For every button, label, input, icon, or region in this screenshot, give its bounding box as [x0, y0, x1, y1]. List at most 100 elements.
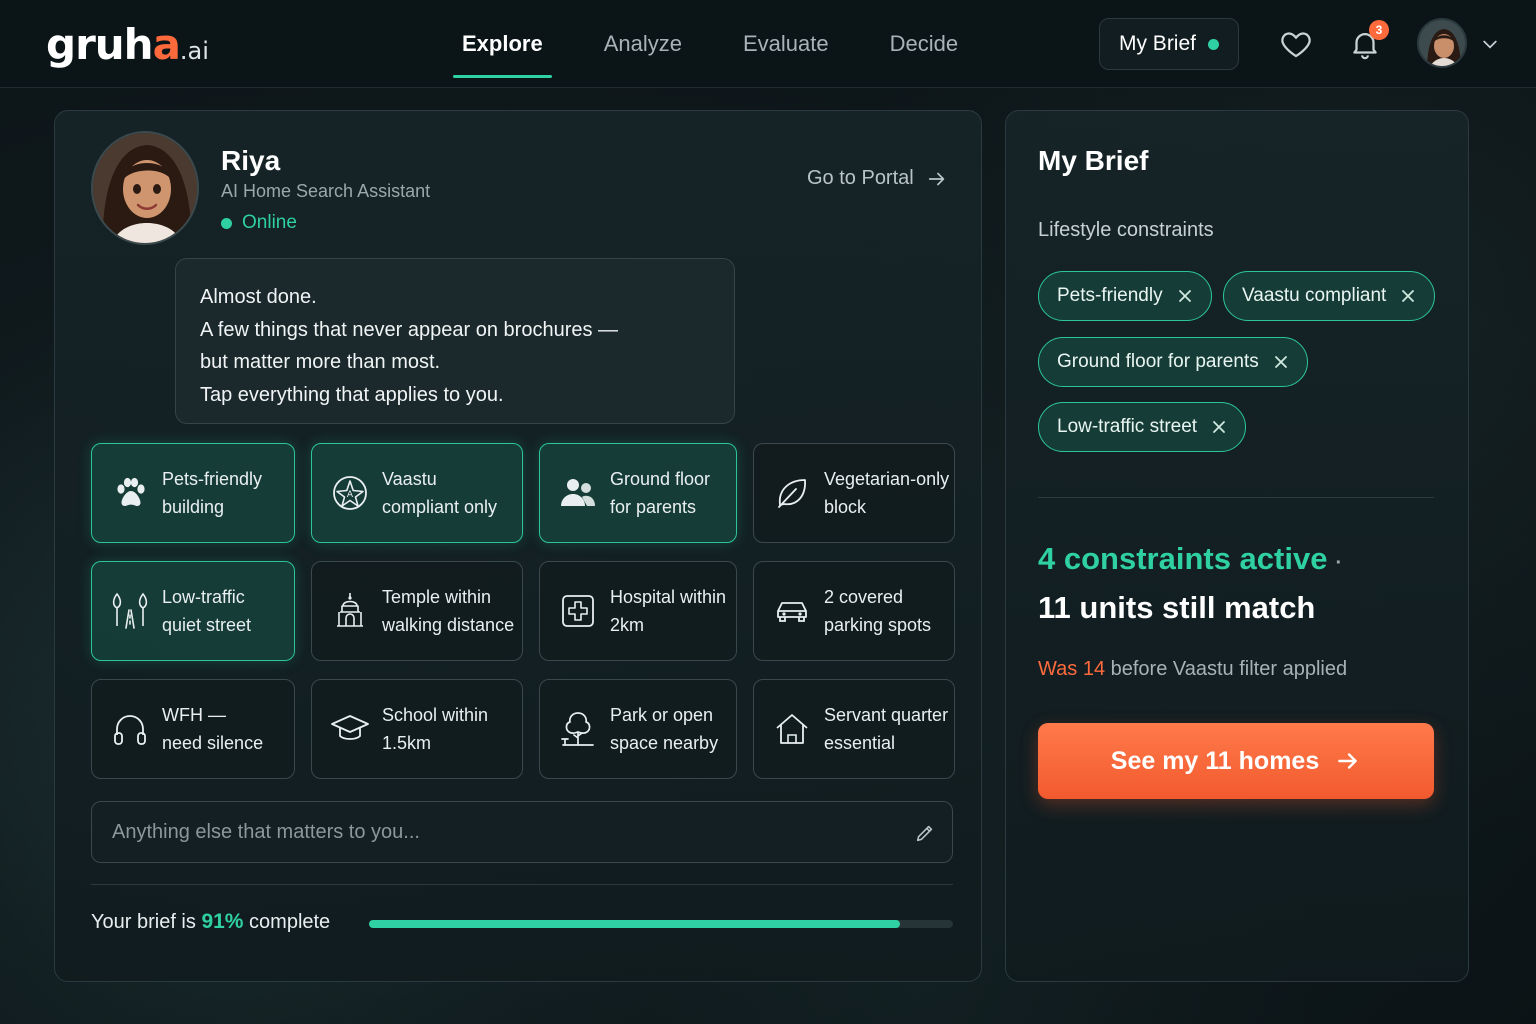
compass-icon: A [333, 476, 367, 510]
graduation-cap-icon [331, 715, 369, 740]
leaf-icon [778, 479, 806, 508]
option-label-line: quiet street [162, 615, 252, 635]
option-pets-friendly[interactable]: Pets-friendly building [91, 443, 295, 543]
option-hospital-nearby[interactable]: Hospital within 2km [539, 561, 737, 661]
option-label-line: space nearby [610, 733, 719, 753]
my-brief-button-label: My Brief [1118, 32, 1196, 55]
option-vegetarian-only[interactable]: Vegetarian-only block [753, 443, 955, 543]
brand-logo[interactable]: gruha.ai [46, 20, 209, 69]
chip-pets-friendly[interactable]: Pets-friendly [1038, 271, 1212, 321]
option-label-line: Vaastu [382, 469, 437, 489]
main-nav: Explore Analyze Evaluate Decide [440, 0, 997, 88]
go-to-portal-link[interactable]: Go to Portal [807, 167, 948, 190]
chip-low-traffic[interactable]: Low-traffic street [1038, 402, 1247, 452]
option-label-line: 2 covered [824, 587, 904, 607]
option-label-line: Low-traffic [162, 587, 245, 607]
people-icon [561, 479, 595, 506]
see-homes-button[interactable]: See my 11 homes [1038, 723, 1434, 799]
close-icon[interactable] [1273, 354, 1289, 370]
option-label-line: School within [382, 705, 489, 725]
chip-label: Vaastu compliant [1242, 285, 1387, 306]
option-low-traffic[interactable]: Low-traffic quiet street [91, 561, 295, 661]
chip-ground-floor[interactable]: Ground floor for parents [1038, 337, 1308, 387]
previous-count: Was 14 [1038, 658, 1106, 680]
chip-label: Ground floor for parents [1057, 351, 1259, 372]
user-avatar-icon [1419, 20, 1465, 66]
option-label-line: Hospital within [610, 587, 727, 607]
assistant-status: Online [221, 212, 297, 234]
see-homes-label: See my 11 homes [1110, 746, 1320, 775]
option-label-line: walking distance [382, 615, 515, 635]
close-icon[interactable] [1177, 288, 1193, 304]
filter-impact-text: before Vaastu filter applied [1110, 658, 1348, 680]
nav-decide[interactable]: Decide [868, 0, 980, 88]
assistant-message-bubble: Almost done. A few things that never app… [175, 258, 735, 424]
option-label-line: block [824, 497, 867, 517]
nav-analyze[interactable]: Analyze [582, 0, 704, 88]
units-match-count: 11 units still match [1038, 590, 1316, 625]
option-label-line: Vegetarian-only [824, 469, 950, 489]
progress-prefix: Your brief is [91, 911, 196, 933]
online-dot-icon [221, 217, 232, 229]
chip-vaastu-compliant[interactable]: Vaastu compliant [1223, 271, 1436, 321]
assistant-portrait-icon [93, 133, 197, 243]
progress-suffix: complete [249, 911, 331, 933]
nav-explore[interactable]: Explore [440, 0, 565, 88]
option-label-line: Park or open [610, 705, 714, 725]
assistant-avatar [91, 131, 199, 245]
brief-title: My Brief [1038, 145, 1149, 176]
option-label-line: Pets-friendly [162, 469, 263, 489]
pencil-icon[interactable] [914, 822, 936, 844]
status-dot-icon [1208, 38, 1219, 50]
brief-subtitle: Lifestyle constraints [1038, 219, 1214, 241]
additional-notes-input[interactable] [112, 820, 892, 844]
close-icon[interactable] [1211, 419, 1227, 435]
constraints-active-count: 4 constraints active · [1038, 541, 1342, 577]
headphones-icon [114, 715, 146, 745]
chip-label: Pets-friendly [1057, 285, 1163, 306]
separator: · [1335, 552, 1343, 574]
assistant-name: Riya [221, 145, 281, 176]
divider [1038, 497, 1434, 498]
arrow-right-icon [1338, 753, 1358, 769]
option-label-line: Servant quarter [824, 705, 949, 725]
my-brief-panel: My Brief Lifestyle constraints Pets-frie… [1005, 110, 1469, 982]
arrow-right-icon [928, 172, 944, 185]
close-icon[interactable] [1400, 288, 1416, 304]
message-line: Almost done. [200, 286, 317, 308]
option-servant-quarter[interactable]: Servant quarter essential [753, 679, 955, 779]
option-ground-floor[interactable]: Ground floor for parents [539, 443, 737, 543]
message-line: A few things that never appear on brochu… [200, 318, 619, 341]
svg-text:A: A [347, 490, 354, 500]
brief-progress-text: Your brief is 91% complete [91, 910, 330, 934]
option-label-line: for parents [610, 497, 697, 517]
option-label-line: compliant only [382, 497, 498, 517]
park-tree-icon [561, 712, 594, 746]
divider [91, 884, 953, 885]
temple-icon [337, 593, 363, 627]
assistant-role: AI Home Search Assistant [221, 181, 431, 201]
avatar[interactable] [1417, 18, 1467, 68]
option-vaastu-compliant[interactable]: A Vaastu compliant only [311, 443, 523, 543]
option-park-nearby[interactable]: Park or open space nearby [539, 679, 737, 779]
notification-badge: 3 [1369, 20, 1389, 40]
my-brief-button[interactable]: My Brief [1099, 18, 1239, 70]
option-covered-parking[interactable]: 2 covered parking spots [753, 561, 955, 661]
option-temple-nearby[interactable]: Temple within walking distance [311, 561, 523, 661]
option-label-line: Ground floor [610, 469, 711, 489]
top-bar: gruha.ai Explore Analyze Evaluate Decide… [0, 0, 1536, 88]
option-wfh-silence[interactable]: WFH — need silence [91, 679, 295, 779]
option-school-nearby[interactable]: School within 1.5km [311, 679, 523, 779]
heart-icon[interactable] [1279, 26, 1313, 62]
option-label-line: need silence [162, 733, 264, 753]
car-icon [777, 602, 807, 622]
chevron-down-icon[interactable] [1480, 34, 1500, 54]
additional-notes-field[interactable] [91, 801, 953, 863]
house-icon [776, 714, 808, 744]
option-label-line: 2km [610, 615, 645, 635]
nav-evaluate[interactable]: Evaluate [721, 0, 851, 88]
brief-progress-bar [369, 920, 953, 928]
go-to-portal-label: Go to Portal [807, 167, 914, 189]
message-line: but matter more than most. [200, 351, 441, 373]
hospital-icon [562, 595, 594, 627]
